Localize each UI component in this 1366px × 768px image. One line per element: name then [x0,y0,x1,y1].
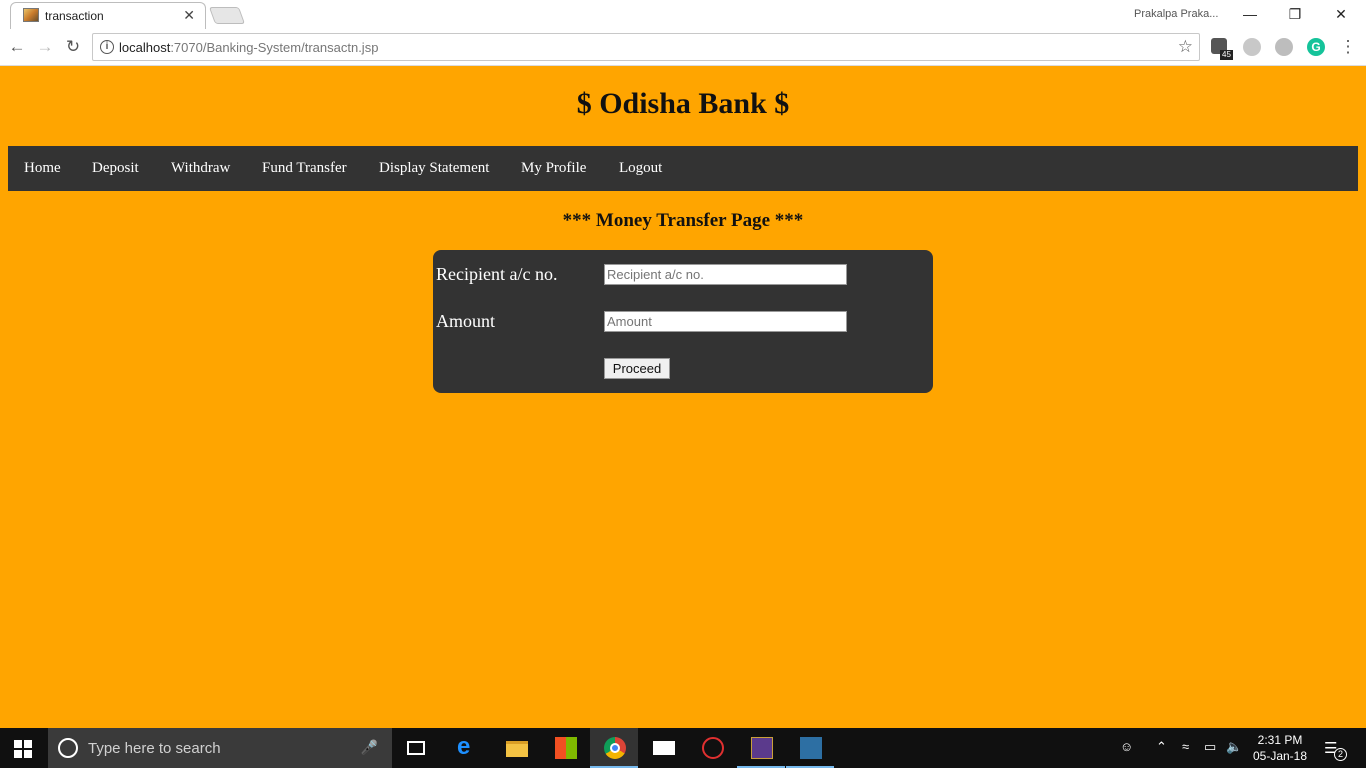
proceed-button[interactable]: Proceed [604,358,670,379]
people-icon[interactable]: ☺ [1120,739,1133,754]
amount-input[interactable] [604,311,847,332]
taskbar: Type here to search 🎤 e ☺ ⌃ ≈ ▭ 🔈 2:31 P… [0,728,1366,768]
address-bar[interactable]: i localhost:7070/Banking-System/transact… [92,33,1200,61]
microphone-icon[interactable]: 🎤 [361,739,378,756]
windows-start-icon[interactable] [14,740,32,758]
info-icon[interactable]: i [100,40,114,54]
mail-icon[interactable] [639,728,687,768]
minimize-button[interactable]: — [1240,4,1260,24]
globe-icon[interactable] [1275,38,1293,56]
mysql-workbench-icon[interactable] [786,728,834,768]
notification-count: 2 [1334,748,1347,761]
tab-close-icon[interactable]: ✕ [183,7,195,24]
amount-label: Amount [436,311,496,331]
nav-withdraw[interactable]: Withdraw [171,160,230,177]
browser-titlebar: transaction ✕ Prakalpa Praka... — ❐ ✕ [0,0,1366,29]
main-navbar: Home Deposit Withdraw Fund Transfer Disp… [8,146,1358,191]
url-path: :7070/Banking-System/transactn.jsp [170,40,379,55]
profile-name[interactable]: Prakalpa Praka... [1134,8,1218,20]
close-window-button[interactable]: ✕ [1331,4,1351,24]
cortana-icon [58,738,78,758]
store-icon[interactable] [541,728,589,768]
search-placeholder: Type here to search [88,740,221,757]
url-host: localhost [119,40,171,55]
transfer-form: Recipient a/c no. Amount Proceed [433,250,933,393]
nav-display-statement[interactable]: Display Statement [379,160,489,177]
nav-logout[interactable]: Logout [619,160,662,177]
task-view-icon[interactable] [392,728,440,768]
kebab-menu-icon[interactable]: ⋮ [1338,37,1358,57]
chrome-icon[interactable] [590,728,638,768]
page-heading: *** Money Transfer Page *** [562,210,804,231]
recipient-account-input[interactable] [604,264,847,285]
new-tab-button[interactable] [208,7,246,24]
extension-icon[interactable] [1243,38,1261,56]
restore-button[interactable]: ❐ [1285,4,1305,24]
clock-time: 2:31 PM [1257,733,1303,747]
taskbar-clock[interactable]: 2:31 PM 05-Jan-18 [1250,732,1310,764]
extension-badge: 45 [1220,50,1233,60]
nav-deposit[interactable]: Deposit [92,160,139,177]
chevron-up-icon[interactable]: ⌃ [1156,739,1167,755]
edge-icon[interactable]: e [443,728,491,768]
app-icon[interactable] [688,728,736,768]
tab-favicon-icon [23,8,39,22]
forward-arrow-icon[interactable]: → [35,37,55,57]
nav-fund-transfer[interactable]: Fund Transfer [262,160,347,177]
browser-toolbar: ← → ↻ i localhost:7070/Banking-System/tr… [0,29,1366,66]
bank-title: $ Odisha Bank $ [576,87,790,120]
tab-title: transaction [45,9,104,23]
reload-icon[interactable]: ↻ [63,37,83,57]
ide-icon[interactable] [737,728,785,768]
battery-icon[interactable]: ▭ [1204,739,1216,755]
nav-home[interactable]: Home [24,160,61,177]
back-arrow-icon[interactable]: ← [7,37,27,57]
star-icon[interactable]: ☆ [1178,37,1193,57]
browser-tab[interactable]: transaction ✕ [10,2,206,29]
nav-my-profile[interactable]: My Profile [521,160,586,177]
grammarly-icon[interactable]: G [1307,38,1325,56]
wifi-icon[interactable]: ≈ [1182,739,1189,754]
url-text: localhost:7070/Banking-System/transactn.… [119,40,378,55]
file-explorer-icon[interactable] [492,728,540,768]
volume-icon[interactable]: 🔈 [1226,739,1242,755]
taskbar-search[interactable]: Type here to search 🎤 [48,728,392,768]
clock-date: 05-Jan-18 [1252,749,1308,763]
recipient-label: Recipient a/c no. [436,264,558,284]
